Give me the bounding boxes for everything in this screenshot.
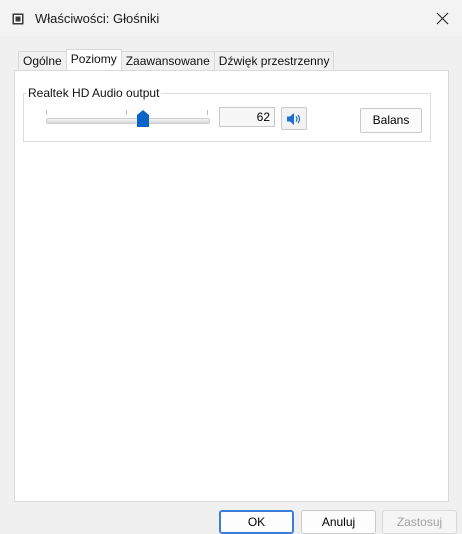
window-title: Właściwości: Głośniki bbox=[35, 11, 160, 26]
tab-strip: Ogólne Poziomy Zaawansowane Dźwięk przes… bbox=[18, 49, 335, 71]
device-group: Realtek HD Audio output 62 Balans bbox=[23, 86, 431, 142]
slider-thumb[interactable] bbox=[137, 110, 149, 127]
volume-value[interactable]: 62 bbox=[219, 107, 275, 127]
slider-tick bbox=[126, 110, 127, 115]
slider-track[interactable] bbox=[46, 118, 210, 124]
balance-button[interactable]: Balans bbox=[360, 108, 422, 133]
device-label: Realtek HD Audio output bbox=[26, 86, 162, 100]
speaker-app-icon bbox=[12, 13, 24, 25]
tab-general[interactable]: Ogólne bbox=[18, 51, 67, 70]
ok-button[interactable]: OK bbox=[219, 510, 294, 534]
slider-tick bbox=[207, 110, 208, 115]
apply-button[interactable]: Zastosuj bbox=[382, 510, 457, 534]
tab-spatial-sound[interactable]: Dźwięk przestrzenny bbox=[213, 51, 335, 70]
title-bar: Właściwości: Głośniki bbox=[0, 0, 462, 36]
slider-tick bbox=[46, 110, 47, 115]
levels-panel: Realtek HD Audio output 62 Balans bbox=[14, 70, 449, 502]
speaker-icon bbox=[287, 112, 301, 125]
close-icon bbox=[436, 12, 448, 24]
tab-levels[interactable]: Poziomy bbox=[65, 49, 122, 70]
tab-advanced[interactable]: Zaawansowane bbox=[120, 51, 215, 70]
cancel-button[interactable]: Anuluj bbox=[301, 510, 376, 534]
mute-button[interactable] bbox=[281, 107, 307, 130]
close-button[interactable] bbox=[422, 0, 462, 36]
